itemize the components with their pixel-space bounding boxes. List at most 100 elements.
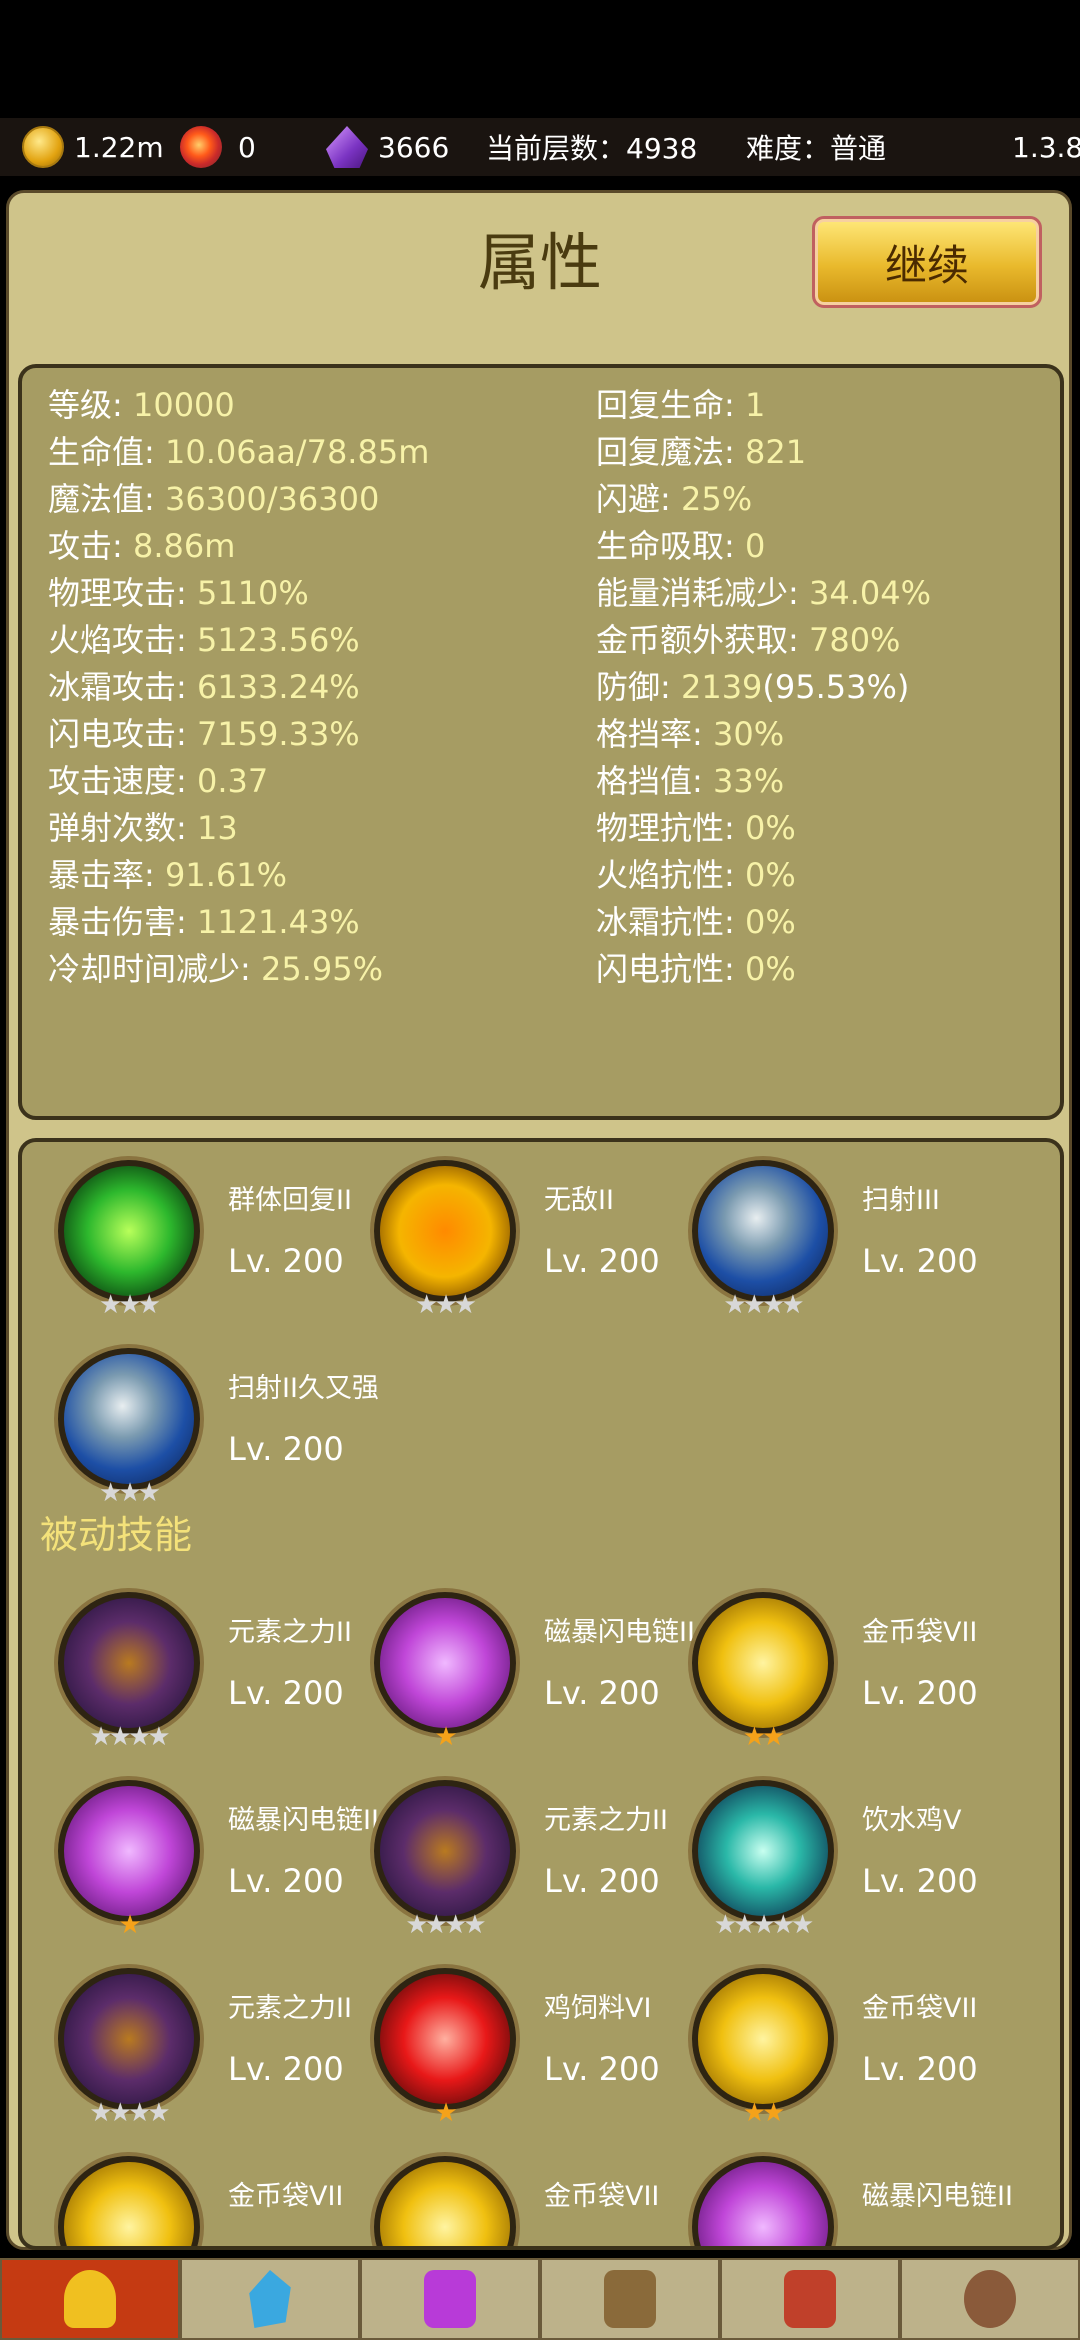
- floor-label: 当前层数：4938: [486, 132, 698, 165]
- skill-name: 无敌II: [544, 1185, 614, 1216]
- stat-value: 0%: [744, 950, 796, 988]
- skill-item[interactable]: ★★ 金币袋VII Lv. 200: [656, 1950, 978, 2128]
- skill-name: 磁暴闪电链II: [862, 2181, 1013, 2212]
- stat-label: 弹射次数:: [48, 809, 197, 847]
- lightning-chain-icon: [374, 1592, 516, 1734]
- gold-amount: 1.22m: [74, 130, 164, 164]
- stat-value: 25%: [680, 480, 753, 518]
- star-rating: ★★★★: [89, 2098, 170, 2128]
- gold-coin-icon: [692, 1592, 834, 1734]
- element-power-icon: [58, 1968, 200, 2110]
- stat-row: 回复生命: 1: [596, 380, 765, 426]
- skill-level: Lv. 200: [228, 2050, 344, 2088]
- skill-item[interactable]: ★★★ 扫射II久又强 Lv. 200: [22, 1330, 379, 1508]
- skill-level: Lv. 200: [544, 1242, 660, 1280]
- star-rating: ★★: [742, 1722, 786, 1752]
- stat-row: 防御: 2139(95.53%): [596, 662, 909, 708]
- skill-item[interactable]: 磁暴闪电链II: [656, 2138, 1013, 2246]
- skill-item[interactable]: 金币袋VII: [338, 2138, 659, 2246]
- gem-icon: [326, 126, 368, 168]
- star-rating: ★★★★: [405, 1910, 486, 1940]
- stat-value: 8.86m: [132, 527, 236, 565]
- star-rating: ★★★: [99, 1290, 161, 1320]
- spellbook-icon: [784, 2270, 836, 2328]
- lightning-chain-icon: [692, 2156, 834, 2246]
- nav-tab[interactable]: [720, 2258, 900, 2340]
- nav-tab[interactable]: [540, 2258, 720, 2340]
- shield-cross-icon: [374, 1160, 516, 1302]
- skill-item[interactable]: ★★★★★ 饮水鸡V Lv. 200: [656, 1762, 978, 1940]
- skill-item[interactable]: 金币袋VII: [22, 2138, 344, 2246]
- stat-label: 暴击率:: [48, 856, 165, 894]
- nav-tab[interactable]: [0, 2258, 180, 2340]
- rock-barrage-icon: [58, 1348, 200, 1490]
- continue-button[interactable]: 继续: [812, 216, 1042, 308]
- star-rating: ★: [118, 1910, 141, 1940]
- stat-row: 弹射次数: 13: [48, 803, 238, 849]
- skill-item[interactable]: ★★★★ 元素之力II Lv. 200: [22, 1574, 352, 1752]
- star-rating: ★★★★: [723, 1290, 804, 1320]
- stat-label: 冰霜抗性:: [596, 903, 745, 941]
- gem-counter: 3666: [326, 126, 449, 168]
- skill-item[interactable]: ★ 磁暴闪电链II Lv. 200: [338, 1574, 695, 1752]
- stat-row: 攻击: 8.86m: [48, 521, 235, 567]
- skill-level: Lv. 200: [544, 1674, 660, 1712]
- stat-value: 0.37: [196, 762, 269, 800]
- crystal-icon: [249, 2270, 291, 2328]
- stat-row: 暴击率: 91.61%: [48, 850, 287, 896]
- skill-name: 鸡饲料VI: [544, 1993, 652, 2024]
- star-rating: ★★: [742, 2098, 786, 2128]
- stat-row: 暴击伤害: 1121.43%: [48, 897, 360, 943]
- stat-value: 780%: [808, 621, 901, 659]
- stat-row: 物理抗性: 0%: [596, 803, 796, 849]
- skill-item[interactable]: ★ 磁暴闪电链II Lv. 200: [22, 1762, 379, 1940]
- stat-value: 34.04%: [808, 574, 931, 612]
- stat-label: 魔法值:: [48, 480, 165, 518]
- skill-item[interactable]: ★★★★ 扫射III Lv. 200: [656, 1142, 978, 1320]
- gold-counter: 1.22m: [22, 126, 164, 168]
- skill-level: Lv. 200: [228, 1674, 344, 1712]
- nav-tab[interactable]: [180, 2258, 360, 2340]
- stat-value: 0: [744, 527, 766, 565]
- skill-name: 元素之力II: [544, 1805, 668, 1836]
- stat-value: 821: [744, 433, 807, 471]
- skill-name: 金币袋VII: [228, 2181, 344, 2212]
- bottom-nav: [0, 2258, 1080, 2340]
- stat-label: 格挡值:: [596, 762, 713, 800]
- star-rating: ★: [434, 1722, 457, 1752]
- lightning-chain-icon: [58, 1780, 200, 1922]
- skill-item[interactable]: ★★★ 无敌II Lv. 200: [338, 1142, 660, 1320]
- skill-item[interactable]: ★★★ 群体回复II Lv. 200: [22, 1142, 352, 1320]
- star-rating: ★: [434, 2098, 457, 2128]
- gem-amount: 3666: [378, 130, 450, 164]
- stat-label: 冰霜攻击:: [48, 668, 197, 706]
- skills-box[interactable]: ★★★ 群体回复II Lv. 200 ★★★ 无敌II Lv. 200 ★★★★ 扫射III L…: [18, 1138, 1064, 2250]
- skill-item[interactable]: ★★ 金币袋VII Lv. 200: [656, 1574, 978, 1752]
- nav-tab[interactable]: [900, 2258, 1080, 2340]
- stat-value: 25.95%: [260, 950, 383, 988]
- stat-label: 生命值:: [48, 433, 165, 471]
- stat-row: 格挡值: 33%: [596, 756, 784, 802]
- stat-value: 5110%: [196, 574, 309, 612]
- nav-tab[interactable]: [360, 2258, 540, 2340]
- floor-indicator: 当前层数：4938: [486, 126, 697, 168]
- water-swirl-icon: [692, 1780, 834, 1922]
- stat-label: 攻击:: [48, 527, 133, 565]
- version-label: 1.3.8: [1012, 130, 1080, 164]
- stat-value: 91.61%: [164, 856, 287, 894]
- stat-value: 1: [744, 386, 766, 424]
- skill-level: Lv. 200: [544, 1862, 660, 1900]
- stat-row: 冷却时间减少: 25.95%: [48, 944, 383, 990]
- stat-label: 能量消耗减少:: [596, 574, 809, 612]
- stat-label: 金币额外获取:: [596, 621, 809, 659]
- skill-item[interactable]: ★ 鸡饲料VI Lv. 200: [338, 1950, 660, 2128]
- heal-swirl-icon: [58, 1160, 200, 1302]
- skill-item[interactable]: ★★★★ 元素之力II Lv. 200: [22, 1950, 352, 2128]
- stat-label: 回复魔法:: [596, 433, 745, 471]
- stat-value: 36300/36300: [164, 480, 380, 518]
- version-indicator: 1.3.8: [1012, 126, 1080, 168]
- skill-level: Lv. 200: [544, 2050, 660, 2088]
- skill-item[interactable]: ★★★★ 元素之力II Lv. 200: [338, 1762, 668, 1940]
- stat-label: 闪电抗性:: [596, 950, 745, 988]
- stat-label: 等级:: [48, 386, 133, 424]
